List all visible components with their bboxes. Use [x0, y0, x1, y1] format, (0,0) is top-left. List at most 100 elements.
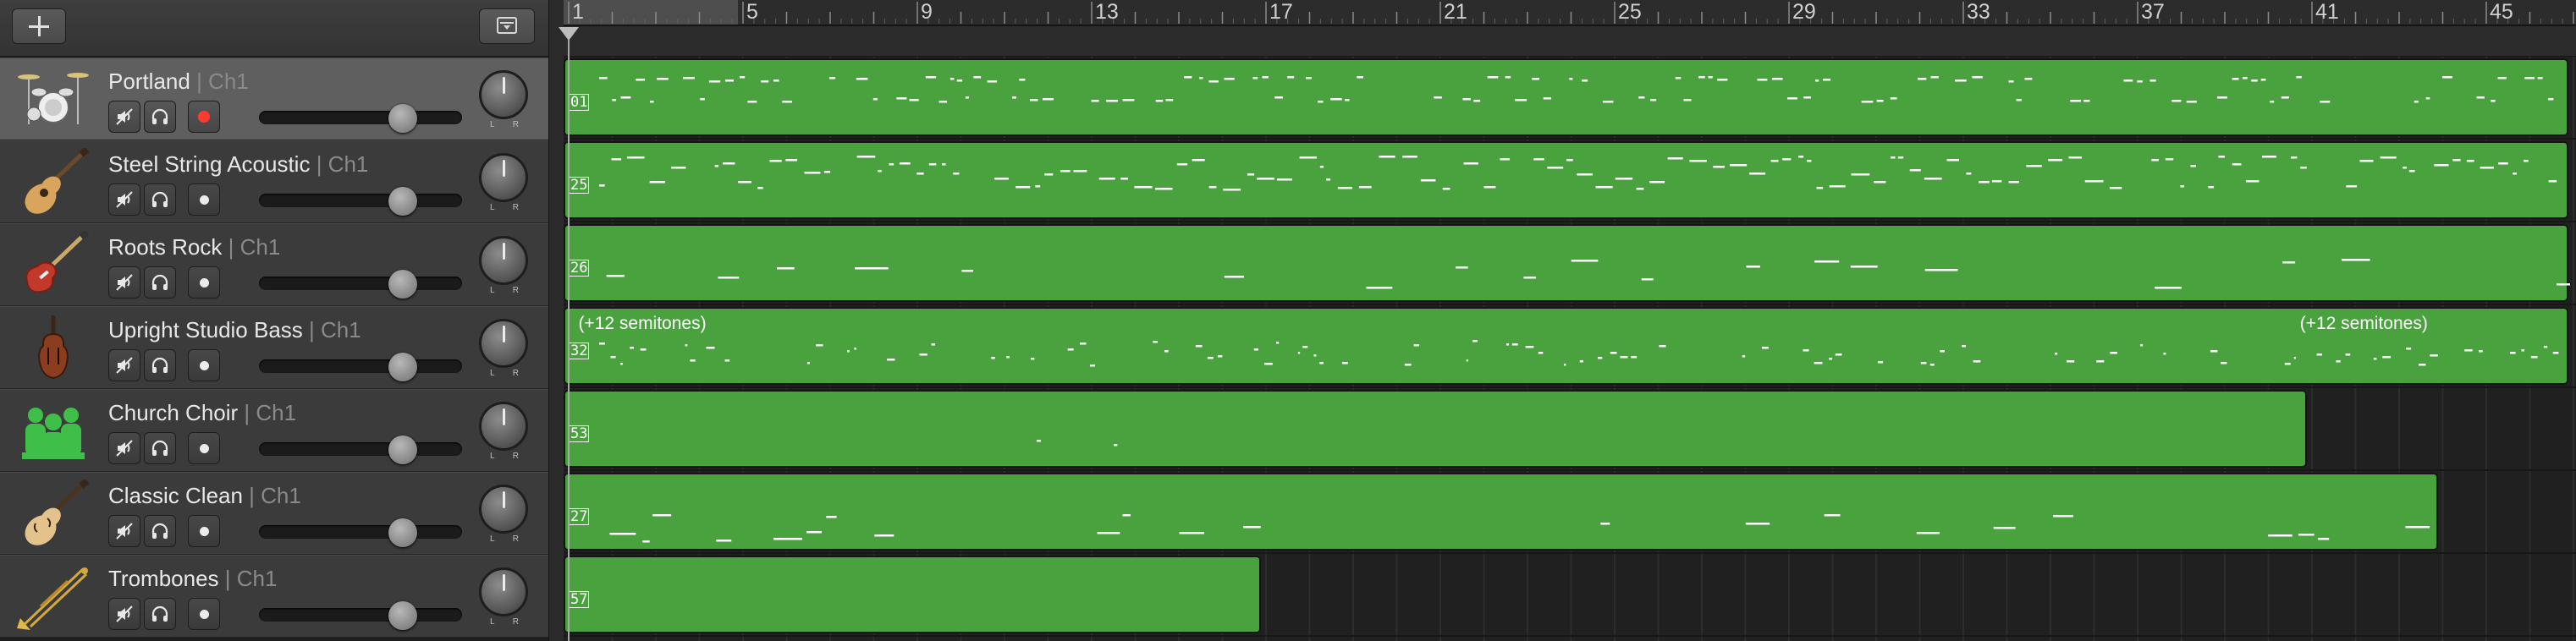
- track-header[interactable]: Roots Rock | Ch1 L R: [0, 223, 548, 306]
- add-track-button[interactable]: [12, 8, 66, 44]
- midi-region[interactable]: 32 (+12 semitones) (+12 semitones): [564, 307, 2568, 385]
- bar-number: 41: [2315, 0, 2339, 24]
- midi-notes: [565, 557, 1263, 635]
- pan-scale: LR: [490, 286, 519, 295]
- solo-button[interactable]: [144, 184, 176, 216]
- mute-button[interactable]: [108, 266, 140, 299]
- track-filter-button[interactable]: [479, 8, 535, 44]
- pan-scale: LR: [490, 452, 519, 461]
- track-name[interactable]: Church Choir | Ch1: [108, 400, 296, 426]
- transpose-annotation: (+12 semitones): [578, 314, 707, 333]
- track-name[interactable]: Portland | Ch1: [108, 68, 249, 95]
- solo-button[interactable]: [144, 432, 176, 464]
- ruler-ticks: [564, 2, 2576, 26]
- track-header[interactable]: Upright Studio Bass | Ch1 L R: [0, 306, 548, 389]
- pan-scale: LR: [490, 120, 519, 129]
- track-name-label: Classic Clean: [108, 483, 243, 508]
- record-enable-button[interactable]: [188, 266, 220, 299]
- pan-knob[interactable]: [479, 236, 528, 285]
- pan-knob[interactable]: [479, 319, 528, 368]
- record-enable-button[interactable]: [188, 349, 220, 381]
- track-name[interactable]: Trombones | Ch1: [108, 566, 277, 592]
- track-header[interactable]: Steel String Acoustic | Ch1 L R: [0, 140, 548, 223]
- track-header[interactable]: Church Choir | Ch1 L R: [0, 389, 548, 472]
- midi-notes: [606, 259, 2570, 289]
- mute-button[interactable]: [108, 184, 140, 216]
- record-icon: [200, 444, 209, 453]
- track-name[interactable]: Roots Rock | Ch1: [108, 234, 280, 260]
- region-number-badge: 32: [569, 342, 590, 359]
- track-header[interactable]: Classic Clean | Ch1 L R: [0, 472, 548, 555]
- transpose-annotation: (+12 semitones): [2299, 314, 2428, 333]
- pan-knob[interactable]: [479, 153, 528, 202]
- pan-knob[interactable]: [479, 485, 528, 534]
- region-number-badge: 01: [569, 94, 590, 111]
- pan-knob[interactable]: [479, 70, 528, 119]
- track-header[interactable]: Portland | Ch1 L R: [0, 58, 548, 140]
- midi-region[interactable]: 01: [564, 58, 2568, 136]
- bar-number: 13: [1095, 0, 1119, 24]
- record-enable-button[interactable]: [188, 101, 220, 133]
- midi-region[interactable]: 57: [564, 556, 1261, 633]
- record-enable-button[interactable]: [188, 184, 220, 216]
- region-number-badge: 26: [569, 260, 590, 277]
- pan-knob[interactable]: [479, 567, 528, 616]
- record-enable-button[interactable]: [188, 598, 220, 630]
- mute-icon: [116, 191, 133, 208]
- mute-button[interactable]: [108, 101, 140, 133]
- bar-ruler[interactable]: 1 5 9 13 17 21 25 29 33 37 41 45: [564, 0, 2576, 58]
- volume-slider-knob[interactable]: [388, 353, 418, 381]
- volume-slider[interactable]: [259, 601, 462, 630]
- volume-slider[interactable]: [259, 353, 462, 381]
- pan-knob[interactable]: [479, 402, 528, 451]
- record-enable-button[interactable]: [188, 432, 220, 464]
- solo-button[interactable]: [144, 598, 176, 630]
- volume-slider-knob[interactable]: [388, 518, 418, 547]
- volume-slider-knob[interactable]: [388, 104, 418, 133]
- volume-slider[interactable]: [259, 187, 462, 216]
- volume-slider[interactable]: [259, 104, 462, 133]
- volume-slider-knob[interactable]: [388, 436, 418, 464]
- track-channel-label: | Ch1: [222, 234, 281, 260]
- track-channel-label: | Ch1: [242, 483, 301, 508]
- headphones-icon: [151, 440, 168, 456]
- headphones-icon: [151, 108, 168, 124]
- bar-number: 25: [1618, 0, 1642, 24]
- bar-number: 37: [2141, 0, 2165, 24]
- volume-slider-knob[interactable]: [388, 270, 418, 299]
- volume-slider-knob[interactable]: [388, 601, 418, 630]
- mute-button[interactable]: [108, 515, 140, 547]
- track-name[interactable]: Classic Clean | Ch1: [108, 483, 301, 509]
- mute-icon: [116, 274, 133, 291]
- headphones-icon: [151, 523, 168, 539]
- choir-icon: [15, 397, 91, 464]
- track-name-label: Trombones: [108, 566, 219, 591]
- track-name[interactable]: Upright Studio Bass | Ch1: [108, 317, 361, 343]
- record-icon: [200, 610, 209, 619]
- midi-region[interactable]: 27: [564, 473, 2438, 551]
- midi-notes: [599, 340, 2559, 367]
- solo-button[interactable]: [144, 349, 176, 381]
- record-icon: [200, 361, 209, 370]
- volume-slider-knob[interactable]: [388, 187, 418, 216]
- solo-button[interactable]: [144, 515, 176, 547]
- mute-button[interactable]: [108, 432, 140, 464]
- midi-region[interactable]: 26: [564, 224, 2570, 302]
- midi-notes: [609, 514, 2430, 543]
- midi-region[interactable]: 25: [564, 141, 2568, 219]
- mute-button[interactable]: [108, 349, 140, 381]
- midi-region[interactable]: 53: [564, 390, 2307, 468]
- record-icon: [198, 111, 210, 123]
- solo-button[interactable]: [144, 101, 176, 133]
- tracks-area[interactable]: 01 25 26 32 (+12 semitones) (+12 semitones) 53…: [564, 56, 2576, 641]
- volume-slider[interactable]: [259, 436, 462, 464]
- track-name[interactable]: Steel String Acoustic | Ch1: [108, 151, 368, 178]
- track-header[interactable]: Trombones | Ch1 L R: [0, 555, 548, 638]
- track-channel-label: | Ch1: [302, 317, 361, 342]
- volume-slider[interactable]: [259, 518, 462, 547]
- mute-icon: [116, 440, 133, 457]
- solo-button[interactable]: [144, 266, 176, 299]
- volume-slider[interactable]: [259, 270, 462, 299]
- record-enable-button[interactable]: [188, 515, 220, 547]
- mute-button[interactable]: [108, 598, 140, 630]
